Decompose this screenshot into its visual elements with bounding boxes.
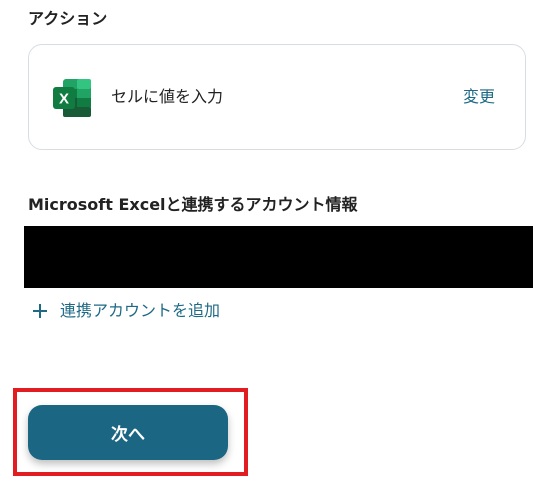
account-selector[interactable]: [24, 226, 533, 288]
action-name: セルに値を入力: [111, 87, 224, 106]
add-linked-account-label: 連携アカウントを追加: [60, 301, 221, 320]
excel-icon-letter: X: [59, 91, 69, 108]
action-section-heading: アクション: [28, 9, 108, 28]
change-action-link[interactable]: 変更: [463, 86, 495, 108]
next-button[interactable]: 次へ: [28, 405, 228, 460]
microsoft-excel-icon: X: [53, 79, 93, 117]
add-linked-account-button[interactable]: 連携アカウントを追加: [32, 299, 220, 323]
action-card: X セルに値を入力 変更: [28, 44, 526, 150]
plus-icon: [32, 303, 48, 319]
account-section-heading: Microsoft Excelと連携するアカウント情報: [28, 195, 358, 214]
